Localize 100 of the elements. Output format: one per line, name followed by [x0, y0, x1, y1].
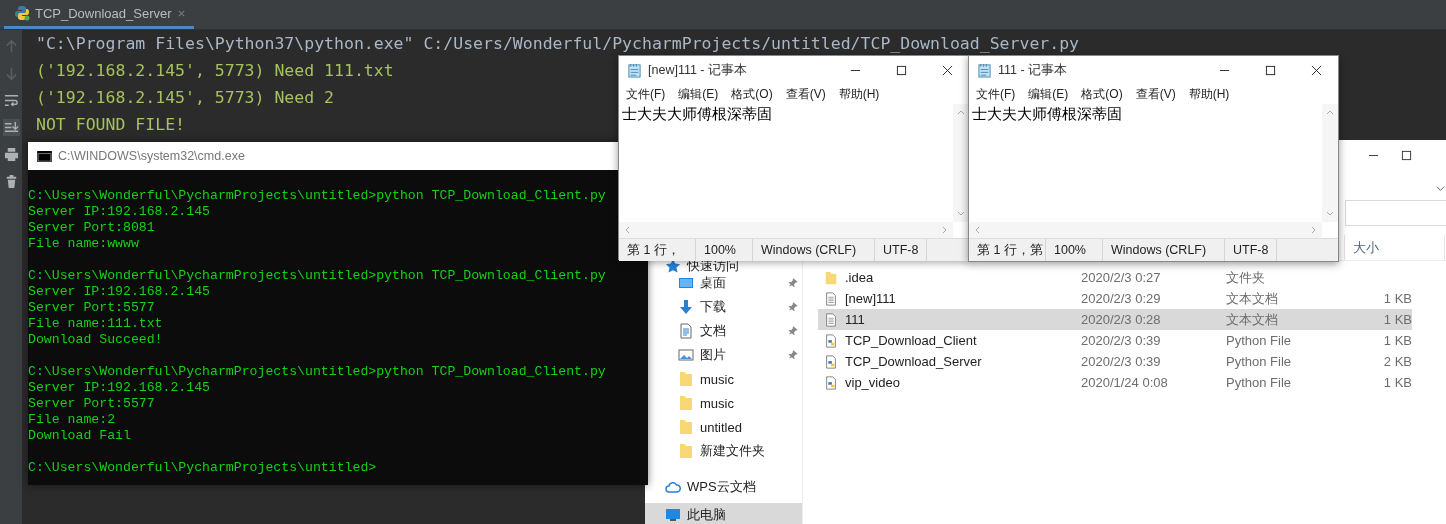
file-size: 1 KB: [1383, 375, 1412, 390]
nav-item[interactable]: music: [645, 391, 802, 415]
status-field: Windows (CRLF): [1103, 239, 1225, 261]
nav-item[interactable]: untitled: [645, 415, 802, 439]
nav-item[interactable]: 新建文件夹: [645, 439, 802, 463]
folder-icon: [678, 419, 694, 435]
python-icon: [14, 5, 30, 21]
nav-item[interactable]: 桌面: [645, 271, 802, 295]
menu-item[interactable]: 编辑(E): [678, 85, 719, 103]
menu-item[interactable]: 文件(F): [976, 85, 1016, 103]
close-icon[interactable]: [1311, 64, 1322, 76]
file-row[interactable]: .idea 2020/2/3 0:27 文件夹: [818, 267, 1412, 288]
file-name: [new]111: [845, 291, 896, 306]
terminal-line: Server Port:8081: [28, 220, 155, 236]
file-row[interactable]: [new]111 2020/2/3 0:29 文本文档 1 KB: [818, 288, 1412, 309]
file-name: TCP_Download_Server: [845, 354, 982, 369]
terminal-line: Download Succeed!: [28, 332, 163, 348]
status-field: UTF-8: [875, 239, 928, 261]
print-icon[interactable]: [2, 146, 20, 163]
file-size: 2 KB: [1383, 354, 1412, 369]
terminal-line: C:\Users\Wonderful\PycharmProjects\untitled>: [28, 460, 377, 476]
document-icon: [678, 323, 694, 339]
folder-icon: [824, 269, 838, 286]
search-field[interactable]: [1345, 200, 1446, 226]
menu-item[interactable]: 格式(O): [731, 85, 773, 103]
terminal-line: C:\Users\Wonderful\PycharmProjects\untitled>python TCP_Download_Client.py: [28, 188, 606, 204]
file-row[interactable]: TCP_Download_Client 2020/2/3 0:39 Python File 1 KB: [818, 330, 1412, 351]
file-size: 1 KB: [1383, 333, 1412, 348]
vertical-scrollbar[interactable]: [953, 104, 969, 222]
menu-item[interactable]: 帮助(H): [838, 85, 880, 103]
window-title: C:\WINDOWS\system32\cmd.exe: [58, 149, 245, 163]
folder-icon: [678, 395, 694, 411]
console-line: ('192.168.2.145', 5773) Need 2: [36, 87, 334, 109]
terminal-line: Server IP:192.168.2.145: [28, 204, 211, 220]
file-date: 2020/2/3 0:39: [1081, 333, 1162, 348]
file-name: vip_video: [845, 375, 900, 390]
menu-item[interactable]: 编辑(E): [1028, 85, 1069, 103]
text-content[interactable]: 士大夫大师傅根深蒂固: [969, 104, 1322, 222]
notepad-icon: [627, 62, 642, 78]
terminal-line: File name:wwww: [28, 236, 139, 252]
nav-item[interactable]: music: [645, 367, 802, 391]
window-title: [new]111 - 记事本: [648, 61, 748, 79]
status-field: 第 1 行，第: [969, 239, 1046, 261]
menu-item[interactable]: 文件(F): [626, 85, 666, 103]
terminal-line: File name:111.txt: [28, 316, 163, 332]
file-row[interactable]: TCP_Download_Server 2020/2/3 0:39 Python File 2 KB: [818, 351, 1412, 372]
text-file-icon: [824, 290, 838, 307]
file-date: 2020/1/24 0:08: [1081, 375, 1169, 390]
terminal-line: C:\Users\Wonderful\PycharmProjects\untitled>python TCP_Download_Client.py: [28, 364, 606, 380]
status-field: UTF-8: [1225, 239, 1278, 261]
menu-item[interactable]: 帮助(H): [1188, 85, 1230, 103]
window-title: 111 - 记事本: [998, 61, 1069, 79]
chevron-icon[interactable]: [1435, 183, 1446, 194]
menu-item[interactable]: 格式(O): [1081, 85, 1123, 103]
maximize-icon[interactable]: [1265, 64, 1276, 76]
text-content[interactable]: 士大夫大师傅根深蒂固: [619, 104, 953, 222]
terminal-line: Download Fail: [28, 428, 131, 444]
file-type: 文件夹: [1226, 268, 1266, 287]
cloud-icon: [665, 479, 681, 495]
status-field: 100%: [1046, 239, 1103, 261]
console-line: "C:\Program Files\Python37\python.exe" C:/Users/Wonderful/PycharmProjects/untitled/TCP_Download_Server.py: [36, 33, 1080, 55]
maximize-icon[interactable]: [1401, 150, 1412, 161]
file-type: 文本文档: [1226, 289, 1279, 308]
maximize-icon[interactable]: [896, 64, 907, 76]
nav-item[interactable]: WPS云文档: [645, 471, 802, 503]
file-date: 2020/2/3 0:39: [1081, 354, 1162, 369]
menu-item[interactable]: 查看(V): [785, 85, 826, 103]
terminal-line: Server IP:192.168.2.145: [28, 284, 211, 300]
file-date: 2020/2/3 0:27: [1081, 270, 1162, 285]
horizontal-scrollbar[interactable]: [969, 222, 1322, 238]
file-row[interactable]: vip_video 2020/1/24 0:08 Python File 1 KB: [818, 372, 1412, 393]
scroll-end-icon[interactable]: [2, 119, 20, 136]
terminal-line: Server IP:192.168.2.145: [28, 380, 211, 396]
nav-item[interactable]: 此电脑: [645, 503, 802, 524]
file-date: 2020/2/3 0:29: [1081, 291, 1162, 306]
editor-tab[interactable]: TCP_Download_Server: [4, 0, 194, 29]
file-name: 111: [845, 312, 865, 327]
terminal-line: Server Port:5577: [28, 300, 155, 316]
picture-icon: [678, 347, 694, 363]
nav-item[interactable]: 图片: [645, 343, 802, 367]
file-size: 1 KB: [1383, 291, 1412, 306]
file-size: 1 KB: [1383, 312, 1412, 327]
file-date: 2020/2/3 0:28: [1081, 312, 1162, 327]
terminal-icon: [37, 150, 52, 162]
nav-item[interactable]: 下载: [645, 295, 802, 319]
folder-icon: [678, 371, 694, 387]
notepad-icon: [977, 62, 992, 78]
file-type: 文本文档: [1226, 310, 1279, 329]
desktop-icon: [678, 275, 694, 291]
star-icon: [665, 258, 681, 274]
wrap-icon[interactable]: [2, 92, 20, 109]
column-header[interactable]: 大小: [1345, 235, 1445, 260]
close-icon[interactable]: [942, 64, 953, 76]
nav-item[interactable]: 文档: [645, 319, 802, 343]
vertical-scrollbar[interactable]: [1322, 104, 1338, 222]
text-file-icon: [824, 311, 838, 328]
horizontal-scrollbar[interactable]: [619, 222, 953, 238]
console-line: NOT FOUND FILE!: [36, 114, 185, 136]
file-row[interactable]: 111 2020/2/3 0:28 文本文档 1 KB: [818, 309, 1412, 330]
menu-item[interactable]: 查看(V): [1135, 85, 1176, 103]
